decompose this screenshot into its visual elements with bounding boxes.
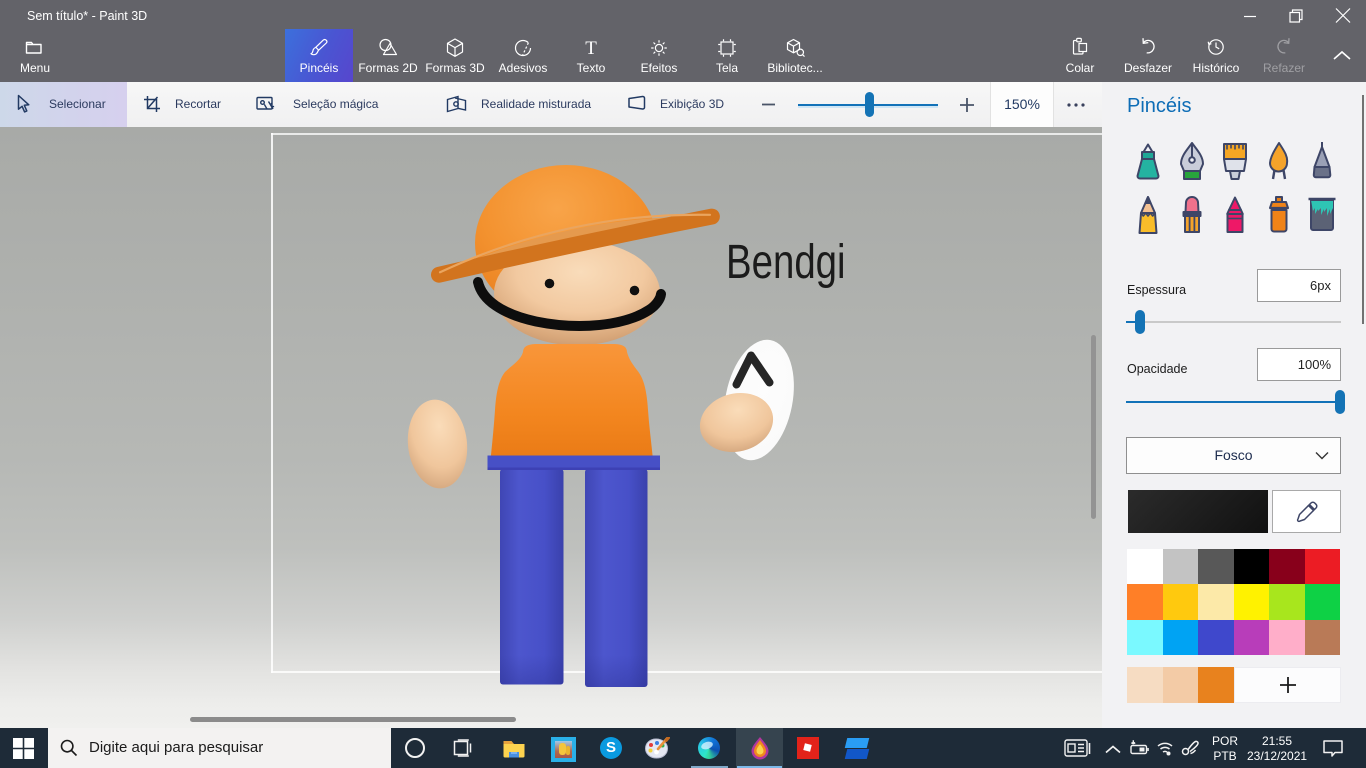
- svg-text:T: T: [585, 38, 597, 59]
